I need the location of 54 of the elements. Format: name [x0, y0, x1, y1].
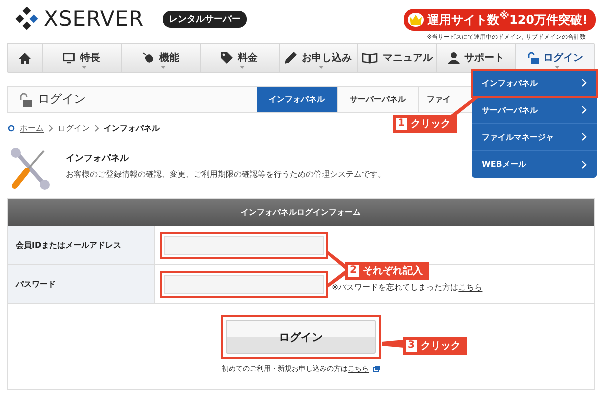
nav-item[interactable]: 機能	[120, 44, 200, 72]
input-field[interactable]	[164, 274, 324, 294]
tab[interactable]: ファイ	[419, 87, 469, 112]
chevron-icon	[95, 125, 99, 132]
chevron-icon	[582, 79, 587, 87]
form-title: インフォパネルログインフォーム	[8, 199, 594, 226]
lock-icon	[18, 92, 32, 106]
chevron-icon	[582, 133, 587, 141]
home-icon	[19, 52, 31, 64]
lock-icon	[526, 52, 539, 64]
page-title: ログイン	[38, 91, 86, 108]
input-field[interactable]	[164, 236, 324, 254]
step-number: 3	[406, 340, 417, 352]
callout-text: それぞれ記入	[363, 264, 423, 278]
logo-icon	[15, 7, 39, 31]
nav-item[interactable]: 料金	[200, 44, 279, 72]
chevron-icon	[582, 106, 587, 114]
bullet-icon	[8, 125, 15, 132]
field-label: パスワード	[8, 265, 155, 303]
callout-text: クリック	[421, 340, 461, 353]
forgot-password-note: ※パスワードを忘れてしまった方はこちら	[332, 282, 483, 292]
chevron-icon	[49, 125, 53, 132]
breadcrumb-link[interactable]: ホーム	[20, 123, 44, 134]
nav-item[interactable]: お申し込み	[278, 44, 358, 72]
forgot-password-link[interactable]: こちら	[458, 282, 483, 292]
crown-icon	[408, 14, 423, 26]
mouse-icon	[142, 52, 154, 64]
menu-item[interactable]: ファイルマネージャ	[472, 124, 597, 151]
field-label: 会員IDまたはメールアドレス	[8, 226, 155, 264]
person-icon	[448, 52, 460, 64]
breadcrumb-item: インフォパネル	[104, 123, 160, 134]
step-number: 1	[396, 118, 407, 130]
step-number: 2	[348, 265, 359, 277]
tag-icon	[221, 52, 234, 64]
callout-text: クリック	[411, 118, 451, 131]
external-link-icon	[373, 366, 380, 372]
chevron-icon	[582, 160, 587, 168]
monitor-icon	[63, 52, 76, 64]
tools-icon	[10, 148, 50, 190]
menu-item[interactable]: インフォパネル	[472, 70, 597, 97]
logo-badge: レンタルサーバー	[163, 10, 248, 28]
promo-badge: 運用サイト数$^{※}$120万件突破!	[404, 9, 596, 31]
login-button[interactable]: ログイン	[226, 320, 376, 354]
tab[interactable]: インフォパネル	[257, 87, 338, 112]
menu-item[interactable]: WEBメール	[472, 151, 597, 178]
book-icon	[362, 52, 378, 64]
tab[interactable]: サーバーパネル	[338, 87, 419, 112]
intro-title: インフォパネル	[66, 153, 130, 165]
nav-item[interactable]: マニュアル	[357, 44, 436, 72]
intro-description: お客様のご登録情報の確認、変更、ご利用期限の確認等を行うための管理システムです。	[66, 169, 386, 180]
nav-item[interactable]: 特長	[42, 44, 121, 72]
pencil-icon	[285, 52, 297, 64]
logo-text: XSERVER	[44, 7, 144, 31]
breadcrumb-item: ログイン	[58, 123, 90, 134]
